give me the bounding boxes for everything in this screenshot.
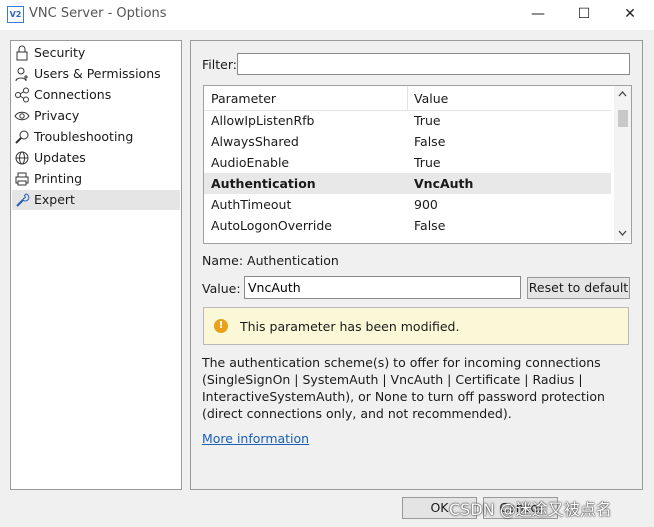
- param-name: Authentication: [211, 176, 316, 191]
- param-name: AuthTimeout: [211, 197, 292, 212]
- sidebar-item-expert[interactable]: Expert: [12, 190, 180, 210]
- param-value: False: [414, 218, 446, 233]
- column-header-parameter[interactable]: Parameter: [211, 91, 276, 106]
- sidebar-item-connections[interactable]: Connections: [12, 85, 180, 105]
- table-row-selected[interactable]: Authentication VncAuth: [204, 173, 611, 194]
- param-name: AutoLogonOverride: [211, 218, 333, 233]
- table-header: Parameter Value: [204, 86, 611, 111]
- sidebar-item-privacy[interactable]: Privacy: [12, 106, 180, 126]
- scroll-up-icon[interactable]: [618, 91, 627, 97]
- eye-icon: [14, 111, 30, 121]
- param-name: AllowIpListenRfb: [211, 113, 315, 128]
- param-name: AlwaysShared: [211, 134, 299, 149]
- sidebar-item-updates[interactable]: Updates: [12, 148, 180, 168]
- column-divider[interactable]: [407, 86, 408, 110]
- table-scrollbar[interactable]: [614, 86, 631, 241]
- value-input[interactable]: [244, 276, 521, 299]
- warning-icon: !: [214, 319, 228, 333]
- parameter-description: The authentication scheme(s) to offer fo…: [202, 355, 605, 421]
- table-row[interactable]: AlwaysShared False: [204, 131, 611, 152]
- more-information-link[interactable]: More information: [202, 431, 309, 446]
- sidebar-item-label: Users & Permissions: [34, 66, 161, 81]
- table-row[interactable]: AutoLogonOverride False: [204, 215, 611, 236]
- printer-icon: [15, 172, 29, 186]
- param-value: VncAuth: [414, 176, 474, 191]
- parameter-name-label: Name: Authentication: [202, 253, 339, 268]
- minimize-button[interactable]: —: [515, 0, 561, 30]
- lock-icon: [16, 45, 28, 61]
- sidebar-item-label: Expert: [34, 192, 75, 207]
- column-header-value[interactable]: Value: [414, 91, 448, 106]
- wrench-icon: [16, 193, 30, 207]
- sidebar-item-label: Security: [34, 45, 86, 60]
- sidebar-item-printing[interactable]: Printing: [12, 169, 180, 189]
- watermark: CSDN @迷途又被点名: [449, 500, 612, 519]
- wrench-magnifier-icon: [15, 130, 29, 144]
- param-name: AudioEnable: [211, 155, 290, 170]
- sidebar-item-label: Printing: [34, 171, 83, 186]
- value-label: Value:: [202, 281, 241, 296]
- maximize-button[interactable]: ☐: [561, 0, 607, 30]
- filter-input[interactable]: [237, 53, 630, 75]
- sidebar-item-label: Connections: [34, 87, 112, 102]
- sidebar-item-security[interactable]: Security: [12, 43, 180, 63]
- close-button[interactable]: ✕: [607, 0, 653, 30]
- param-value: True: [414, 155, 441, 170]
- parameter-table: Parameter Value AllowIpListenRfb True Al…: [203, 85, 632, 244]
- category-list: Security Users & Permissions Connections…: [10, 40, 182, 490]
- expert-panel: Filter: Parameter Value AllowIpListenRfb…: [190, 40, 643, 490]
- reset-to-default-button[interactable]: Reset to default: [527, 277, 630, 299]
- filter-label: Filter:: [202, 57, 237, 72]
- scroll-down-icon[interactable]: [618, 230, 627, 236]
- modified-warning: ! This parameter has been modified.: [203, 307, 629, 345]
- sidebar-item-label: Updates: [34, 150, 86, 165]
- param-value: 900: [414, 197, 438, 212]
- globe-icon: [15, 151, 29, 165]
- table-row[interactable]: AuthTimeout 900: [204, 194, 611, 215]
- vnc-app-icon: V2: [7, 6, 24, 23]
- network-icon: [15, 87, 29, 103]
- scrollbar-thumb[interactable]: [618, 110, 628, 127]
- sidebar-item-label: Troubleshooting: [34, 129, 134, 144]
- param-value: False: [414, 134, 446, 149]
- user-icon: [15, 67, 28, 82]
- table-row[interactable]: AllowIpListenRfb True: [204, 110, 611, 131]
- param-value: True: [414, 113, 441, 128]
- sidebar-item-label: Privacy: [34, 108, 80, 123]
- warning-text: This parameter has been modified.: [240, 319, 460, 334]
- sidebar-item-troubleshooting[interactable]: Troubleshooting: [12, 127, 180, 147]
- sidebar-item-users-permissions[interactable]: Users & Permissions: [12, 64, 180, 84]
- table-row[interactable]: AudioEnable True: [204, 152, 611, 173]
- title-bar: V2 VNC Server - Options — ☐ ✕: [0, 0, 654, 30]
- window-title: VNC Server - Options: [29, 6, 167, 21]
